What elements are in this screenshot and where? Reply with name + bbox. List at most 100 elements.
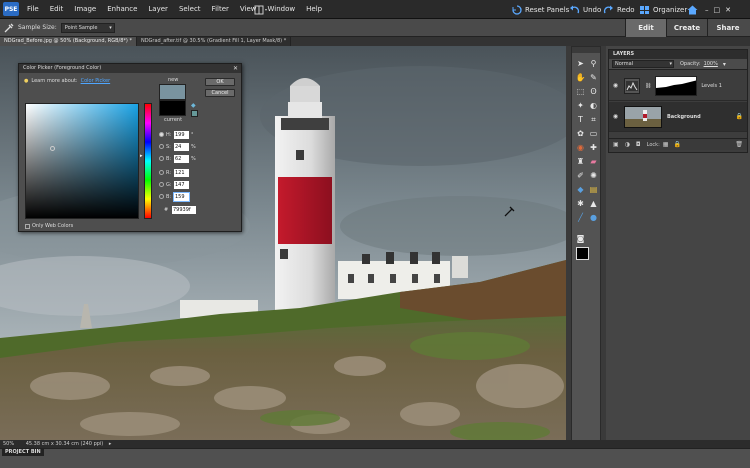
- cancel-button[interactable]: Cancel: [205, 89, 235, 97]
- blur-tool-icon[interactable]: ▲: [588, 198, 599, 209]
- new-layer-icon[interactable]: ▣: [613, 141, 619, 148]
- layer-row-selected[interactable]: ◉ Background 🔒: [609, 102, 747, 132]
- current-color-swatch[interactable]: [159, 100, 186, 116]
- undo-button[interactable]: Undo: [569, 0, 601, 19]
- close-icon[interactable]: ✕: [233, 65, 238, 72]
- clone-stamp-icon[interactable]: ♜: [575, 156, 586, 167]
- hue-slider[interactable]: [144, 103, 152, 219]
- menu-layer[interactable]: Layer: [148, 5, 168, 13]
- cookie-cutter-icon[interactable]: ✿: [575, 128, 586, 139]
- organizer-button[interactable]: Organizer: [639, 0, 687, 19]
- layer-row[interactable]: ◉ ⛓ Levels 1: [609, 71, 747, 101]
- brush-tool-icon[interactable]: ✐: [575, 170, 586, 181]
- radio-g[interactable]: [159, 182, 164, 187]
- add-mask-icon[interactable]: ◘: [636, 141, 641, 148]
- project-bin-toggle[interactable]: PROJECT BIN: [2, 449, 44, 456]
- pencil-tool-icon[interactable]: ●: [588, 212, 599, 223]
- crop-tool-icon[interactable]: ⌗: [588, 114, 599, 125]
- redo-button[interactable]: Redo: [603, 0, 635, 19]
- eye-icon[interactable]: ◉: [611, 81, 620, 90]
- b2-input[interactable]: 159: [173, 191, 190, 202]
- smart-brush-icon[interactable]: ✺: [588, 170, 599, 181]
- close-icon[interactable]: ✕: [725, 6, 731, 14]
- gradient-tool-icon[interactable]: ▤: [588, 184, 599, 195]
- zoom-tool-icon[interactable]: ⚲: [588, 58, 599, 69]
- web-safe-swatch[interactable]: [191, 110, 198, 117]
- menu-file[interactable]: File: [27, 5, 39, 13]
- home-button[interactable]: [687, 0, 698, 19]
- learn-more-link[interactable]: Color Picker: [81, 78, 111, 84]
- selection-brush-icon[interactable]: ◐: [588, 100, 599, 111]
- menu-edit[interactable]: Edit: [50, 5, 64, 13]
- menu-window[interactable]: Window: [268, 5, 296, 13]
- maximize-icon[interactable]: □: [714, 6, 721, 14]
- opacity-value[interactable]: 100%: [704, 61, 718, 67]
- hand-tool-icon[interactable]: ✋: [575, 72, 586, 83]
- red-eye-tool-icon[interactable]: ◉: [575, 142, 586, 153]
- eye-icon[interactable]: ◉: [611, 112, 620, 121]
- redo-label: Redo: [617, 5, 635, 14]
- minimize-icon[interactable]: –: [705, 6, 709, 14]
- ok-button[interactable]: OK: [205, 78, 235, 86]
- tab-share[interactable]: Share: [707, 19, 748, 37]
- hex-input[interactable]: 79939f: [172, 205, 196, 214]
- color-field-marker[interactable]: [50, 146, 55, 151]
- radio-h[interactable]: [159, 132, 164, 137]
- color-field[interactable]: [25, 103, 139, 219]
- straighten-tool-icon[interactable]: ▭: [588, 128, 599, 139]
- marquee-tool-icon[interactable]: ⬚: [575, 86, 586, 97]
- tab-create[interactable]: Create: [666, 19, 707, 37]
- arrange-button[interactable]: [254, 0, 268, 19]
- menu-image[interactable]: Image: [74, 5, 96, 13]
- paint-bucket-icon[interactable]: ◆: [575, 184, 586, 195]
- status-chevron-icon[interactable]: ▸: [109, 441, 112, 447]
- eraser-tool-icon[interactable]: ▰: [588, 156, 599, 167]
- toolbox: ➤ ⚲ ✋ ✎ ⬚ ʘ ✦ ◐ T ⌗ ✿ ▭ ◉ ✚ ♜ ▰ ✐ ✺ ◆ ▤ …: [571, 46, 601, 458]
- opacity-chevron-icon[interactable]: ▾: [723, 61, 726, 68]
- menu-enhance[interactable]: Enhance: [107, 5, 137, 13]
- toolbox-grip[interactable]: [572, 47, 600, 53]
- h-input[interactable]: 199: [174, 130, 189, 139]
- new-color-swatch: [159, 84, 186, 100]
- image-canvas[interactable]: Color Picker (Foreground Color) ✕ ● Lear…: [0, 46, 566, 440]
- magic-wand-tool-icon[interactable]: ✦: [575, 100, 586, 111]
- healing-brush-icon[interactable]: ✚: [588, 142, 599, 153]
- tab-edit[interactable]: Edit: [625, 19, 666, 37]
- zoom-level[interactable]: 50%: [3, 441, 14, 447]
- web-colors-checkbox[interactable]: [25, 223, 30, 229]
- b-input[interactable]: 62: [174, 154, 189, 163]
- s-input[interactable]: 24: [174, 142, 189, 151]
- sample-size-select[interactable]: Point Sample ▾: [60, 22, 115, 33]
- lock-all-icon[interactable]: 🔒: [673, 141, 680, 148]
- doc-tab-before[interactable]: NDGrad_Before.jpg @ 50% (Background, RGB…: [0, 37, 137, 46]
- radio-r[interactable]: [159, 170, 164, 175]
- camera-icon[interactable]: ◙: [575, 233, 586, 244]
- reset-panels-button[interactable]: Reset Panels: [512, 0, 569, 19]
- menu-select[interactable]: Select: [179, 5, 201, 13]
- sample-size-value: Point Sample: [64, 24, 98, 31]
- foreground-color-swatch[interactable]: [576, 247, 589, 260]
- menu-help[interactable]: Help: [306, 5, 322, 13]
- new-fill-layer-icon[interactable]: ◑: [625, 141, 630, 148]
- hue-slider-arrow-icon[interactable]: ▸: [140, 153, 143, 159]
- delete-layer-icon[interactable]: 🗑: [735, 141, 743, 148]
- blend-mode-select[interactable]: Normal ▾: [612, 60, 674, 68]
- move-tool-icon[interactable]: ➤: [575, 58, 586, 69]
- radio-b2[interactable]: [159, 194, 164, 199]
- r-input[interactable]: 121: [174, 168, 189, 177]
- doc-tab-after[interactable]: NDGrad_after.tif @ 30.5% (Gradient Fill …: [136, 37, 292, 46]
- field-row-r: R: 121: [159, 168, 219, 177]
- type-tool-icon[interactable]: T: [575, 114, 586, 125]
- eyedropper-tool-icon[interactable]: ✎: [588, 72, 599, 83]
- menu-filter[interactable]: Filter: [212, 5, 229, 13]
- g-input[interactable]: 147: [174, 180, 189, 189]
- radio-s[interactable]: [159, 144, 164, 149]
- lock-transparent-icon[interactable]: ▦: [663, 141, 669, 148]
- lock-icon: 🔒: [735, 113, 743, 120]
- learn-more-label: Learn more about:: [31, 78, 78, 84]
- shape-tool-icon[interactable]: ✱: [575, 198, 586, 209]
- lasso-tool-icon[interactable]: ʘ: [588, 86, 599, 97]
- radio-b[interactable]: [159, 156, 164, 161]
- sponge-tool-icon[interactable]: ╱: [575, 212, 586, 223]
- layer-mask-thumbnail[interactable]: [655, 75, 698, 96]
